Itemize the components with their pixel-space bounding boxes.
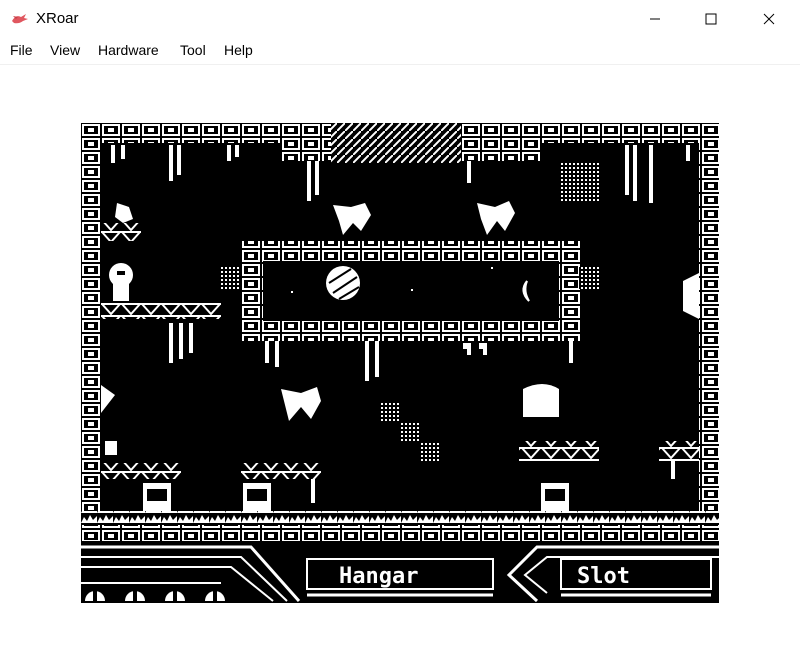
room-name-label: Hangar xyxy=(339,564,418,589)
title-bar: XRoar xyxy=(0,0,800,38)
slot-label: Slot xyxy=(577,564,630,589)
menu-view[interactable]: View xyxy=(48,42,82,58)
xroar-dragon-icon xyxy=(12,14,28,24)
menu-bar: File View Hardware Tool Help xyxy=(0,38,800,65)
player-sprite xyxy=(109,263,133,301)
menu-help[interactable]: Help xyxy=(222,42,255,58)
minimize-icon xyxy=(650,18,660,20)
maximize-button[interactable] xyxy=(688,0,734,38)
window-title: XRoar xyxy=(36,10,79,27)
menu-tool[interactable]: Tool xyxy=(178,42,208,58)
menu-file[interactable]: File xyxy=(8,42,35,58)
close-icon xyxy=(763,13,775,25)
pickup-items xyxy=(101,273,699,455)
menu-hardware[interactable]: Hardware xyxy=(96,42,161,58)
emulator-screen[interactable]: Hangar Slot xyxy=(81,123,719,603)
minimize-button[interactable] xyxy=(632,0,678,38)
room-floor xyxy=(81,511,719,541)
maximize-icon xyxy=(705,13,717,25)
game-display: Hangar Slot xyxy=(81,123,719,603)
close-button[interactable] xyxy=(746,0,792,38)
central-platform xyxy=(219,241,601,341)
